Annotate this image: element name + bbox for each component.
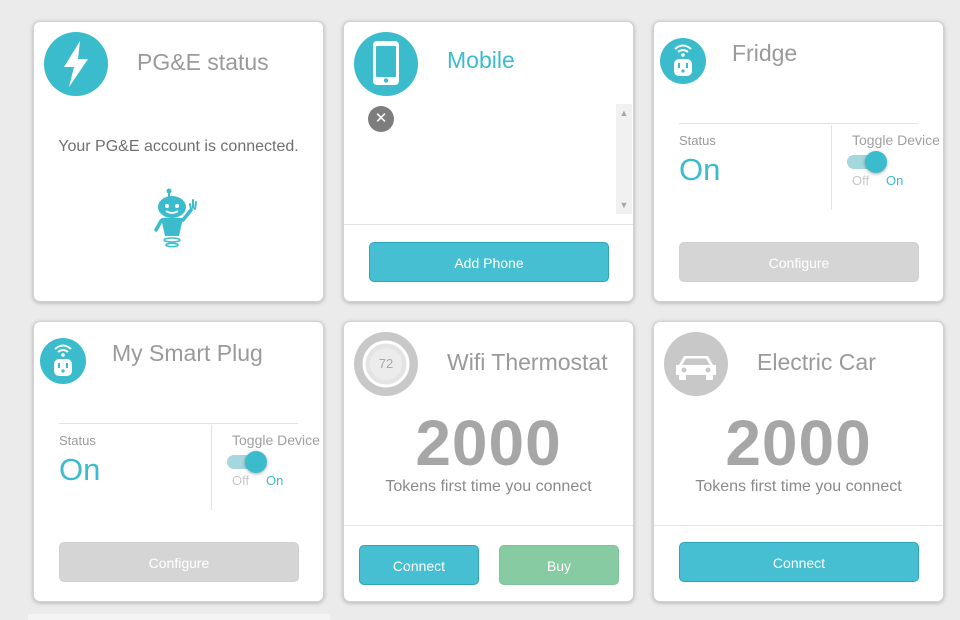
toggle-off-label: Off [852,173,870,188]
card-title: Wifi Thermostat [447,349,608,375]
card-title: Mobile [447,47,515,73]
divider [831,125,832,210]
divider [679,123,918,124]
card-title: Fridge [732,40,798,66]
add-phone-button[interactable]: Add Phone [369,242,609,282]
smart-plug-icon [660,38,706,84]
pge-status-card: PG&E status Your PG&E account is connect… [33,21,324,302]
connect-button[interactable]: Connect [359,545,479,585]
status-value: On [679,152,721,187]
status-value: On [59,452,101,487]
toggle-label: Toggle Device [232,432,320,448]
device-toggle[interactable] [227,451,267,473]
close-icon[interactable]: ✕ [368,106,394,132]
car-icon [664,332,728,396]
divider [654,525,943,526]
configure-button[interactable]: Configure [679,242,919,282]
toggle-on-label: On [886,173,904,188]
token-caption: Tokens first time you connect [385,478,592,495]
token-count: 2000 [415,407,562,479]
smart-plug-card: My Smart Plug Status On Toggle Device Of… [33,321,324,602]
configure-button[interactable]: Configure [59,542,299,582]
divider [59,423,298,424]
robot-mascot [151,188,207,250]
thermostat-icon: 72 [354,332,418,396]
connect-button[interactable]: Connect [679,542,919,582]
toggle-knob [245,451,267,473]
scroll-up-icon[interactable]: ▲ [616,106,632,120]
fridge-card: Fridge Status On Toggle Device Off On Co… [653,21,944,302]
device-toggle[interactable] [847,151,887,173]
card-title: PG&E status [137,49,269,75]
token-count: 2000 [725,407,872,479]
connection-message: Your PG&E account is connected. [58,138,299,155]
toggle-label: Toggle Device [852,132,940,148]
smart-plug-icon [40,338,86,384]
toggle-knob [865,151,887,173]
divider [344,224,633,225]
lightning-icon [44,32,108,96]
electric-car-card: Electric Car 2000 Tokens first time you … [653,321,944,602]
mobile-card: Mobile ▲ ▼ ✕ Add Phone [343,21,634,302]
status-label: Status [59,433,96,448]
divider [344,525,633,526]
card-title: Electric Car [757,349,876,375]
toggle-off-label: Off [232,473,250,488]
thermostat-card: 72 Wifi Thermostat 2000 Tokens first tim… [343,321,634,602]
divider [211,425,212,510]
toggle-on-label: On [266,473,284,488]
scroll-down-icon[interactable]: ▼ [616,198,632,212]
buy-button[interactable]: Buy [499,545,619,585]
token-caption: Tokens first time you connect [695,478,902,495]
scrollbar[interactable]: ▲ ▼ [616,104,632,214]
smartphone-icon [354,32,418,96]
next-row-edge [28,614,330,620]
thermostat-temp: 72 [378,356,394,371]
status-label: Status [679,133,716,148]
card-title: My Smart Plug [112,340,263,366]
